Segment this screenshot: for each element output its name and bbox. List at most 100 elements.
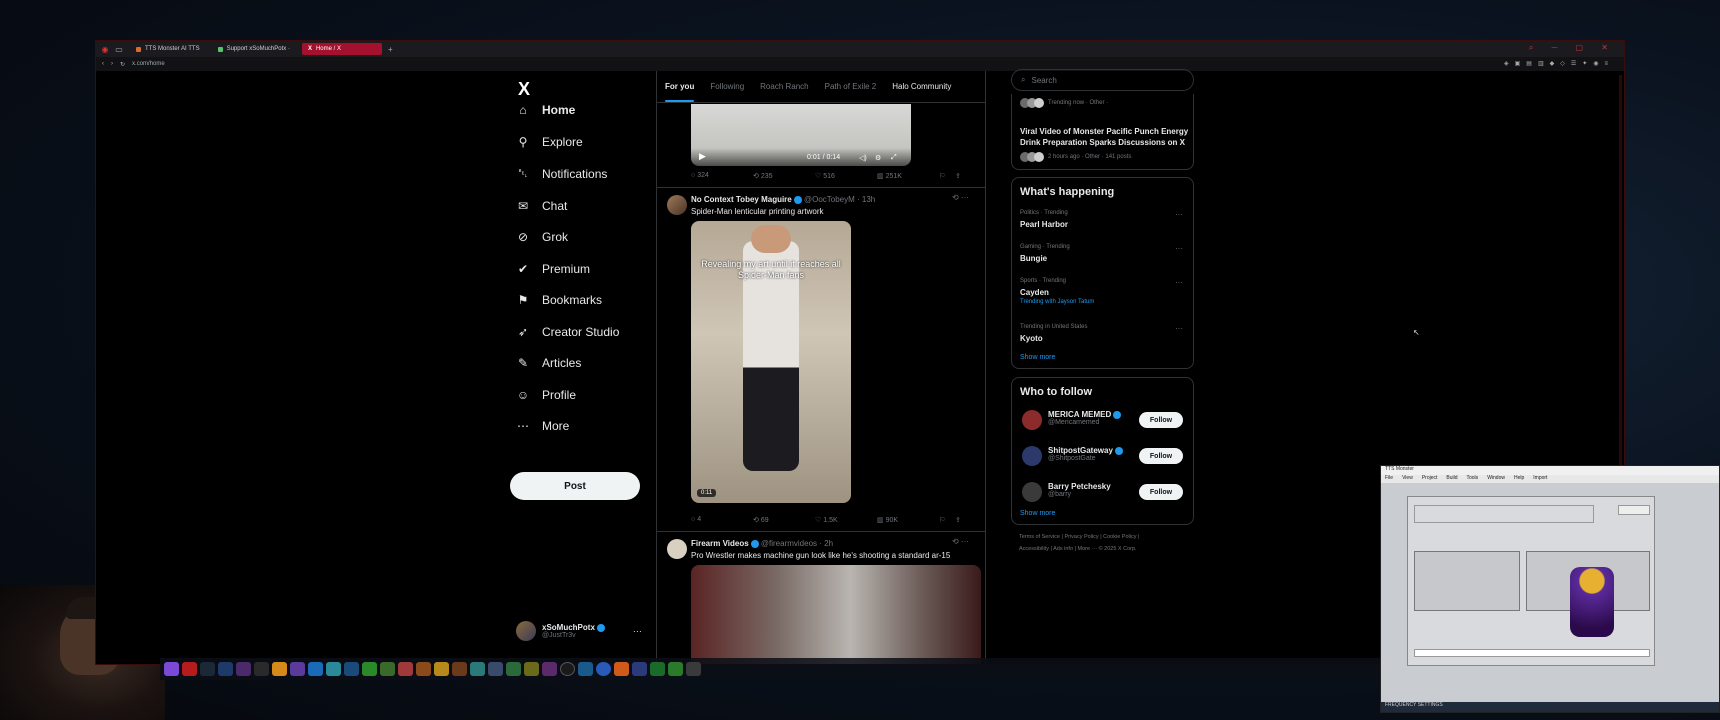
nav-explore[interactable]: ⚲ Explore <box>516 135 619 149</box>
app-icon[interactable] <box>326 662 341 676</box>
tab-tts[interactable]: TTS Monster AI TTS <box>130 43 206 55</box>
author-name[interactable]: No Context Tobey Maguire <box>691 195 792 204</box>
tweet-video[interactable]: Revealing my art until it reaches all Sp… <box>691 221 851 503</box>
post-button[interactable]: Post <box>510 472 640 500</box>
chrome-icon[interactable] <box>560 662 575 676</box>
scrollbar[interactable] <box>1619 75 1622 495</box>
tab-path-of-exile[interactable]: Path of Exile 2 <box>817 82 885 91</box>
discord-icon[interactable] <box>164 662 179 676</box>
trend-item[interactable]: Politics · Trending Pearl Harbor ··· <box>1012 210 1193 240</box>
follow-suggestion[interactable]: MERICA MEMED @Mericamemed Follow <box>1012 408 1193 434</box>
app-icon[interactable] <box>524 662 539 676</box>
play-icon[interactable]: ▶ <box>699 151 706 162</box>
follow-button[interactable]: Follow <box>1139 412 1183 428</box>
menu-item[interactable]: View <box>1402 475 1413 483</box>
menu-item[interactable]: Import <box>1533 475 1547 483</box>
nav-premium[interactable]: ✔ Premium <box>516 262 619 276</box>
tab-for-you[interactable]: For you <box>657 82 702 102</box>
footer-line[interactable]: Terms of Service | Privacy Policy | Cook… <box>1019 531 1139 543</box>
avatar[interactable] <box>667 195 687 215</box>
show-more-link[interactable]: Show more <box>1020 510 1055 517</box>
extensions-icons[interactable]: ◈▣▤▥◆◇☰✦◉≡ <box>1504 60 1614 67</box>
app-icon[interactable] <box>398 662 413 676</box>
trend-item[interactable]: Sports · Trending Cayden Trending with J… <box>1012 278 1193 312</box>
nav-creator-studio[interactable]: ➶ Creator Studio <box>516 325 619 339</box>
settings-icon[interactable]: ⚙ <box>875 154 881 162</box>
back-icon[interactable]: ‹ <box>102 61 104 67</box>
app-icon[interactable] <box>488 662 503 676</box>
share-icon[interactable]: ⇪ <box>955 172 967 180</box>
app-icon[interactable] <box>650 662 665 676</box>
trend-more-icon[interactable]: ··· <box>1175 244 1183 253</box>
trend-item[interactable]: Gaming · Trending Bungie ··· <box>1012 244 1193 274</box>
menu-item[interactable]: Window <box>1487 475 1505 483</box>
avatar[interactable] <box>667 539 687 559</box>
tweet-video[interactable] <box>691 565 981 664</box>
premiere-icon[interactable] <box>236 662 251 676</box>
nav-grok[interactable]: ⊘ Grok <box>516 230 619 244</box>
browser-icon[interactable] <box>182 662 197 676</box>
app-icon[interactable] <box>578 662 593 676</box>
menu-item[interactable]: File <box>1385 475 1393 483</box>
app-icon[interactable] <box>380 662 395 676</box>
forward-icon[interactable]: › <box>111 61 113 67</box>
search-input[interactable]: ⌕ Search <box>1011 69 1194 91</box>
account-more-icon[interactable]: ··· <box>633 626 642 636</box>
app-icon[interactable] <box>362 662 377 676</box>
reply-button[interactable]: ○ 4 <box>691 516 753 524</box>
footer-line[interactable]: Accessibility | Ads info | More ··· © 20… <box>1019 543 1139 555</box>
repost-button[interactable]: ⟲ 235 <box>753 172 815 180</box>
like-button[interactable]: ♡ 1.5K <box>815 516 877 524</box>
follow-suggestion[interactable]: Barry Petchesky @barry Follow <box>1012 480 1193 506</box>
trend-more-icon[interactable]: ··· <box>1175 324 1183 333</box>
trend-item[interactable]: Trending in United States Kyoto ··· <box>1012 324 1193 352</box>
repost-button[interactable]: ⟲ 69 <box>753 516 815 524</box>
blender-icon[interactable] <box>272 662 287 676</box>
tab-halo-community[interactable]: Halo Community <box>884 82 959 91</box>
vscode-icon[interactable] <box>308 662 323 676</box>
app-icon[interactable] <box>632 662 647 676</box>
account-switcher[interactable]: xSoMuchPotx @JustTr3v ··· <box>516 621 642 641</box>
app-button[interactable] <box>1618 505 1650 515</box>
nav-bookmarks[interactable]: ⚑ Bookmarks <box>516 293 619 307</box>
reply-button[interactable]: ○ 324 <box>691 172 753 180</box>
obs-icon[interactable] <box>254 662 269 676</box>
steam-icon[interactable] <box>200 662 215 676</box>
video-player[interactable]: ▶ 0:01 / 0:14 ◁) ⚙ ⤢ <box>691 104 911 166</box>
tab-support[interactable]: Support xSoMuchPotx · <box>212 43 296 55</box>
x-logo[interactable]: X <box>518 79 530 100</box>
trending-now-card[interactable]: Trending now · Other · Viral Video of Mo… <box>1011 94 1194 170</box>
trend-more-icon[interactable]: ··· <box>1175 210 1183 219</box>
photoshop-icon[interactable] <box>218 662 233 676</box>
bookmark-icon[interactable]: ⚐ <box>939 172 955 180</box>
nav-profile[interactable]: ☺ Profile <box>516 388 619 402</box>
share-icon[interactable]: ⇪ <box>955 516 967 524</box>
tweet-more-icon[interactable]: ⟲ ··· <box>952 537 969 546</box>
nav-home[interactable]: ⌂ Home <box>516 103 619 117</box>
app-icon[interactable] <box>452 662 467 676</box>
app-icon[interactable] <box>542 662 557 676</box>
fullscreen-icon[interactable]: ⤢ <box>891 154 897 162</box>
menu-item[interactable]: Help <box>1514 475 1524 483</box>
nav-more[interactable]: ⋯ More <box>516 419 619 433</box>
bookmark-icon[interactable]: ⚐ <box>939 516 955 524</box>
option-group[interactable] <box>1414 505 1594 523</box>
browser-menu-icon[interactable]: ◉ <box>100 44 110 54</box>
trend-more-icon[interactable]: ··· <box>1175 278 1183 287</box>
author-name[interactable]: Firearm Videos <box>691 539 749 548</box>
show-more-link[interactable]: Show more <box>1020 354 1055 361</box>
tab-following[interactable]: Following <box>702 82 752 91</box>
app-icon[interactable] <box>344 662 359 676</box>
nav-notifications[interactable]: ␇ Notifications <box>516 166 619 181</box>
follow-suggestion[interactable]: ShitpostGateway @ShitpostGate Follow <box>1012 444 1193 470</box>
app-icon[interactable] <box>668 662 683 676</box>
app-icon[interactable] <box>434 662 449 676</box>
vs-icon[interactable] <box>290 662 305 676</box>
download-icon[interactable] <box>686 662 701 676</box>
follow-button[interactable]: Follow <box>1139 484 1183 500</box>
tab-home-x[interactable]: X Home / X <box>301 43 382 55</box>
app-icon[interactable] <box>596 662 611 676</box>
window-controls[interactable]: ⌕ ─ ▢ ✕ <box>1529 43 1616 53</box>
app-icon[interactable] <box>506 662 521 676</box>
reload-icon[interactable]: ↻ <box>120 61 125 68</box>
